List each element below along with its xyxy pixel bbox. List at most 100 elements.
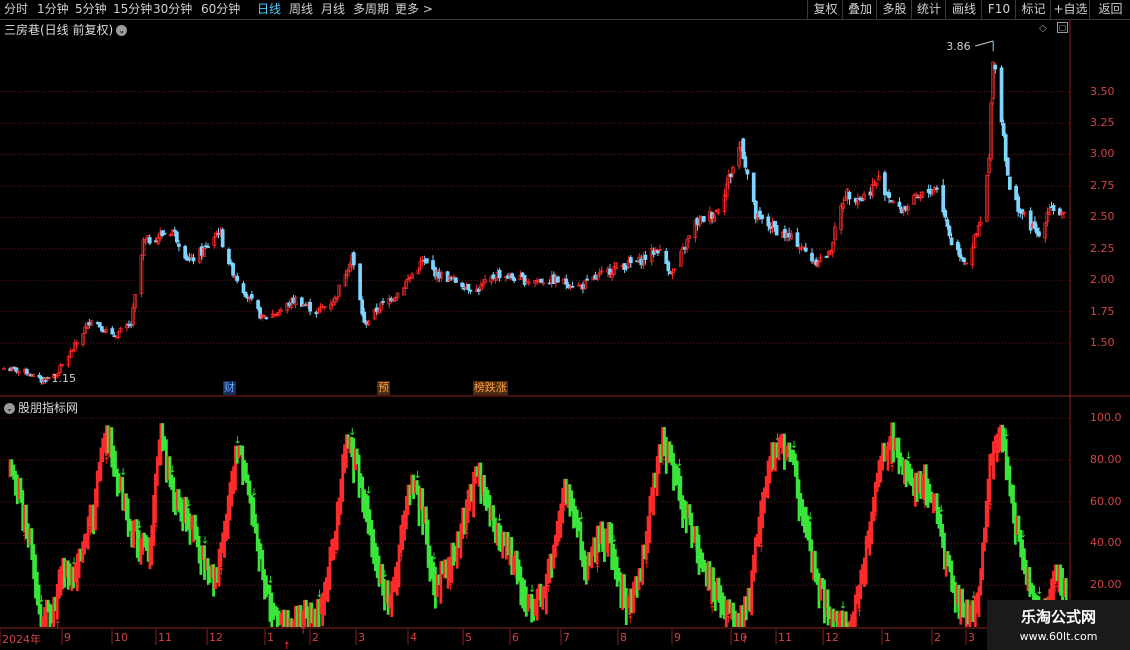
- timeframe-1[interactable]: 1分钟: [37, 0, 69, 19]
- main-chart-title[interactable]: 三房巷(日线 前复权) ⌄: [4, 21, 128, 38]
- indicator-bar: [864, 535, 868, 585]
- timeframe-5[interactable]: 60分钟: [201, 0, 240, 19]
- candle: [1043, 221, 1048, 244]
- indicator-bar: [741, 605, 745, 627]
- indicator-bar: [244, 462, 248, 483]
- indicator-bar: [624, 587, 628, 626]
- candle: [131, 303, 135, 328]
- toolbar-button-0[interactable]: 复权: [807, 0, 843, 19]
- indicator-bar: [66, 560, 70, 590]
- indicator-bar: [568, 484, 572, 517]
- indicator-bar: [872, 497, 875, 522]
- candle: [387, 294, 392, 309]
- candle: [66, 355, 71, 368]
- indicator-bar: [344, 434, 348, 469]
- chevron-down-icon[interactable]: ⌄: [4, 403, 15, 414]
- sub-y-tick: 20.00: [1090, 578, 1122, 592]
- toolbar-button-6[interactable]: 标记: [1015, 0, 1051, 19]
- indicator-bar: [1052, 570, 1055, 603]
- indicator-bar: [101, 437, 105, 463]
- timeframe-3[interactable]: 15分钟: [113, 0, 152, 19]
- toolbar-button-8[interactable]: 返回: [1089, 0, 1130, 19]
- candle: [678, 249, 683, 267]
- main-y-tick: 2.50: [1090, 210, 1115, 224]
- indicator-bar: [717, 577, 721, 603]
- candle: [579, 284, 583, 291]
- high-annotation: 3.86: [946, 40, 971, 53]
- indicator-bar: [337, 497, 341, 526]
- candle: [799, 243, 804, 252]
- indicator-title[interactable]: ⌄ 股朋指标网: [4, 399, 78, 416]
- timeframe-2[interactable]: 5分钟: [75, 0, 107, 19]
- indicator-bar: [1026, 567, 1030, 592]
- candle: [862, 191, 866, 202]
- indicator-bar: [254, 513, 257, 534]
- toolbar-button-1[interactable]: 叠加: [842, 0, 877, 19]
- diamond-icon[interactable]: ◇: [1039, 23, 1047, 34]
- candle: [947, 224, 952, 239]
- candle: [435, 269, 440, 283]
- candle: [772, 220, 777, 232]
- candle: [479, 281, 483, 291]
- toolbar-button-3[interactable]: 统计: [911, 0, 946, 19]
- indicator-bar: [284, 610, 288, 627]
- candle: [491, 271, 496, 281]
- timeframe-10[interactable]: 更多 >: [395, 0, 433, 19]
- candle: [1047, 203, 1052, 215]
- toolbar-button-7[interactable]: +自选: [1050, 0, 1090, 19]
- candle: [349, 252, 354, 271]
- indicator-bar: [124, 493, 128, 521]
- indicator-bar: [546, 558, 550, 584]
- indicator-bar: [206, 558, 210, 585]
- event-marker-0[interactable]: 财: [222, 381, 236, 395]
- event-marker-1[interactable]: 预: [377, 381, 391, 395]
- candle: [1035, 223, 1039, 238]
- indicator-bar: [750, 570, 754, 616]
- candle: [31, 373, 36, 377]
- arrow-down-icon: ↓: [577, 512, 585, 523]
- indicator-bar: [823, 579, 826, 624]
- indicator-bar: [946, 551, 950, 567]
- indicator-bar: [997, 427, 1001, 453]
- candle: [2, 366, 6, 370]
- indicator-bar: [1002, 427, 1006, 452]
- candle: [202, 245, 206, 258]
- timeframe-0[interactable]: 分时: [4, 0, 28, 19]
- candle: [695, 216, 700, 231]
- candle: [789, 230, 794, 241]
- indicator-bar: [848, 620, 852, 627]
- candle: [431, 255, 435, 271]
- arrow-down-icon: ↓: [37, 594, 45, 605]
- indicator-bar: [274, 605, 277, 616]
- indicator-bar: [610, 523, 614, 570]
- toolbar-button-2[interactable]: 多股: [876, 0, 912, 19]
- indicator-bar: [326, 566, 330, 603]
- candle: [114, 335, 119, 339]
- indicator-bar: [863, 557, 866, 588]
- candle: [812, 261, 816, 265]
- toolbar-button-4[interactable]: 画线: [945, 0, 982, 19]
- indicator-bar: [623, 574, 626, 608]
- indicator-bar: [752, 554, 755, 582]
- event-marker-2[interactable]: 榜跌涨: [472, 381, 508, 395]
- indicator-bar: [470, 484, 474, 502]
- indicator-bar: [194, 514, 197, 540]
- window-toggle-icon[interactable]: ▢: [1057, 22, 1068, 33]
- candle: [27, 371, 31, 377]
- indicator-bar: [250, 495, 254, 526]
- timeframe-6[interactable]: 日线: [257, 0, 281, 19]
- timeframe-4[interactable]: 30分钟: [153, 0, 192, 19]
- indicator-bar: [443, 559, 446, 579]
- indicator-bar: [870, 511, 874, 545]
- indicator-bar: [286, 610, 290, 627]
- toolbar-button-5[interactable]: F10: [981, 0, 1016, 19]
- indicator-bar: [910, 468, 914, 487]
- indicator-bar: [557, 510, 561, 542]
- indicator-bar: [808, 521, 812, 552]
- indicator-bar: [583, 550, 586, 581]
- chevron-down-icon[interactable]: ⌄: [116, 25, 128, 36]
- indicator-bar: [633, 576, 637, 596]
- timeframe-7[interactable]: 周线: [289, 0, 313, 19]
- timeframe-9[interactable]: 多周期: [353, 0, 389, 19]
- timeframe-8[interactable]: 月线: [321, 0, 345, 19]
